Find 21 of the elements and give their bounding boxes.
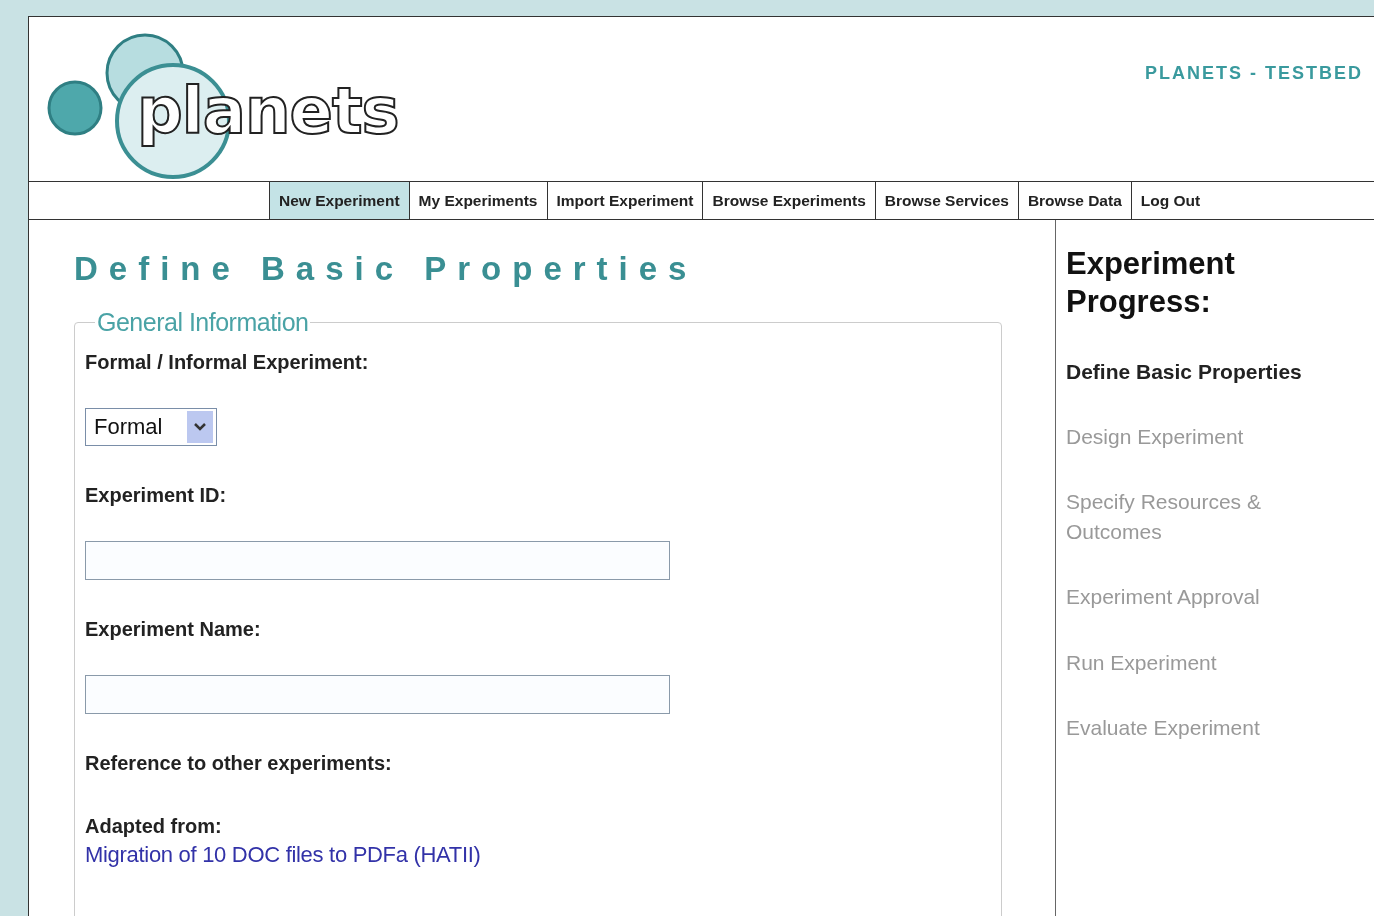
field-label: Experiment ID: (85, 484, 228, 507)
text-field[interactable] (85, 675, 670, 714)
field-label: Formal / Informal Experiment: (85, 351, 370, 374)
progress-step: Experiment Approval (1066, 582, 1306, 612)
field-label: Adapted from: (85, 815, 223, 838)
field-label: Reference to other experiments: (85, 752, 393, 775)
progress-step: Evaluate Experiment (1066, 712, 1306, 743)
nav-tab[interactable]: New Experiment (269, 182, 409, 219)
progress-title: Experiment Progress: (1066, 245, 1236, 321)
field-label: Experiment Name: (85, 618, 262, 641)
progress-step: Specify Resources & Outcomes (1066, 487, 1306, 547)
experiment-link[interactable]: Migration of 10 DOC files to PDFa (HATII) (85, 842, 481, 868)
chevron-down-icon (187, 411, 213, 443)
progress-step: Run Experiment (1066, 647, 1306, 677)
text-field[interactable] (85, 541, 670, 580)
progress-step: Define Basic Properties (1066, 356, 1306, 386)
panel-legend: General Information (95, 308, 311, 337)
site-title: PLANETS - TESTBED (1145, 63, 1363, 84)
experiment-type-dropdown[interactable]: Formal (85, 408, 217, 446)
progress-step: Design Experiment (1066, 422, 1306, 452)
page-title: Define Basic Properties (74, 250, 699, 288)
